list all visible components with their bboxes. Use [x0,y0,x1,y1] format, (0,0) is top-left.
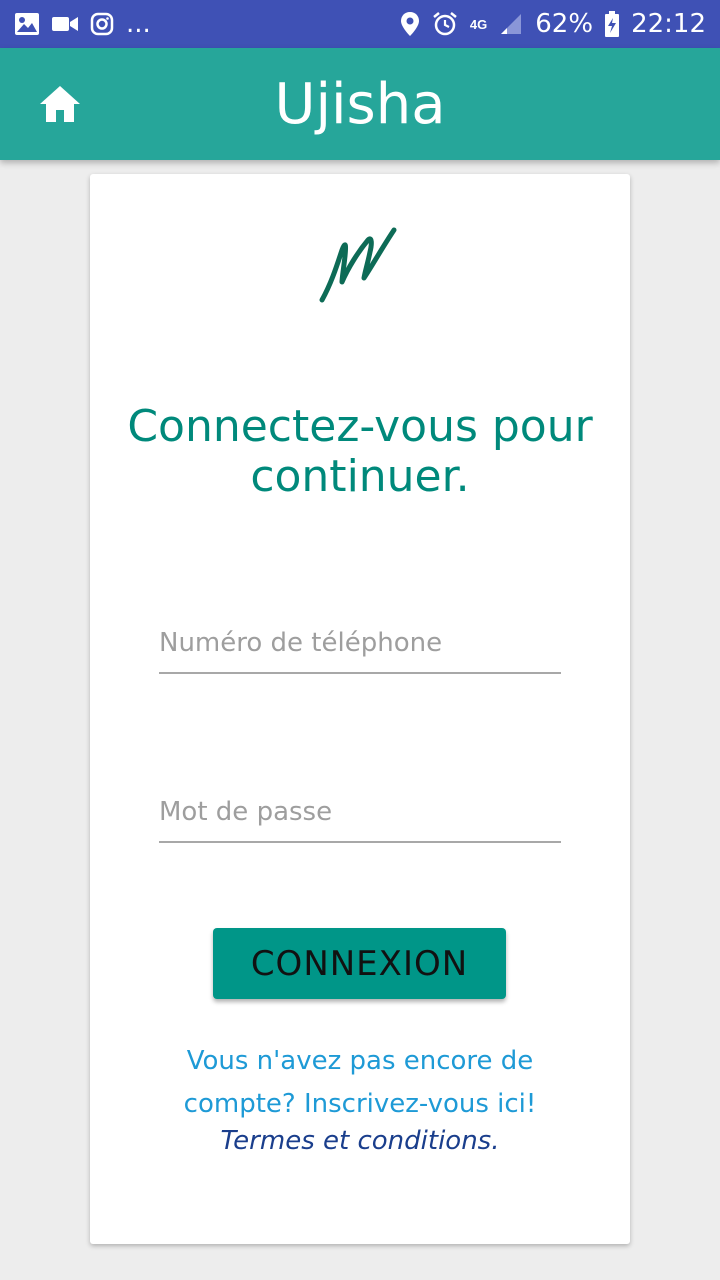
password-input[interactable] [159,783,561,841]
alarm-icon [433,12,457,36]
heading-line-2: continuer. [250,451,470,502]
clock: 22:12 [631,9,706,39]
status-bar-system: 4G 62% 22:12 [400,9,706,39]
image-icon [15,13,39,35]
overflow-indicator: ... [126,9,151,39]
signup-line-1: Vous n'avez pas encore de [186,1046,534,1076]
heading-line-1: Connectez-vous pour [127,401,593,452]
battery-charging-icon [605,11,620,37]
phone-field [159,614,561,674]
app-title: Ujisha [274,72,446,137]
battery-percent: 62% [535,9,594,39]
instagram-icon [90,12,114,36]
password-field [159,783,561,843]
video-icon [52,17,78,31]
login-card: Connectez-vous pour continuer. CONNEXION… [90,174,630,1244]
phone-input[interactable] [159,614,561,672]
location-icon [400,12,419,36]
network-type: 4G [469,16,488,32]
login-heading: Connectez-vous pour continuer. [90,402,630,502]
status-bar: ... 4G 62% 22:12 [0,0,720,48]
signature-m-logo [319,227,397,303]
login-button[interactable]: CONNEXION [213,928,506,999]
status-bar-notifications: ... [14,9,151,39]
terms-link[interactable]: Termes et conditions. [90,1126,630,1156]
signal-icon [501,14,522,34]
signup-link[interactable]: Vous n'avez pas encore de compte? Inscri… [170,1040,550,1126]
app-bar: Ujisha [0,48,720,160]
signup-line-2: compte? Inscrivez-vous ici! [183,1089,537,1119]
